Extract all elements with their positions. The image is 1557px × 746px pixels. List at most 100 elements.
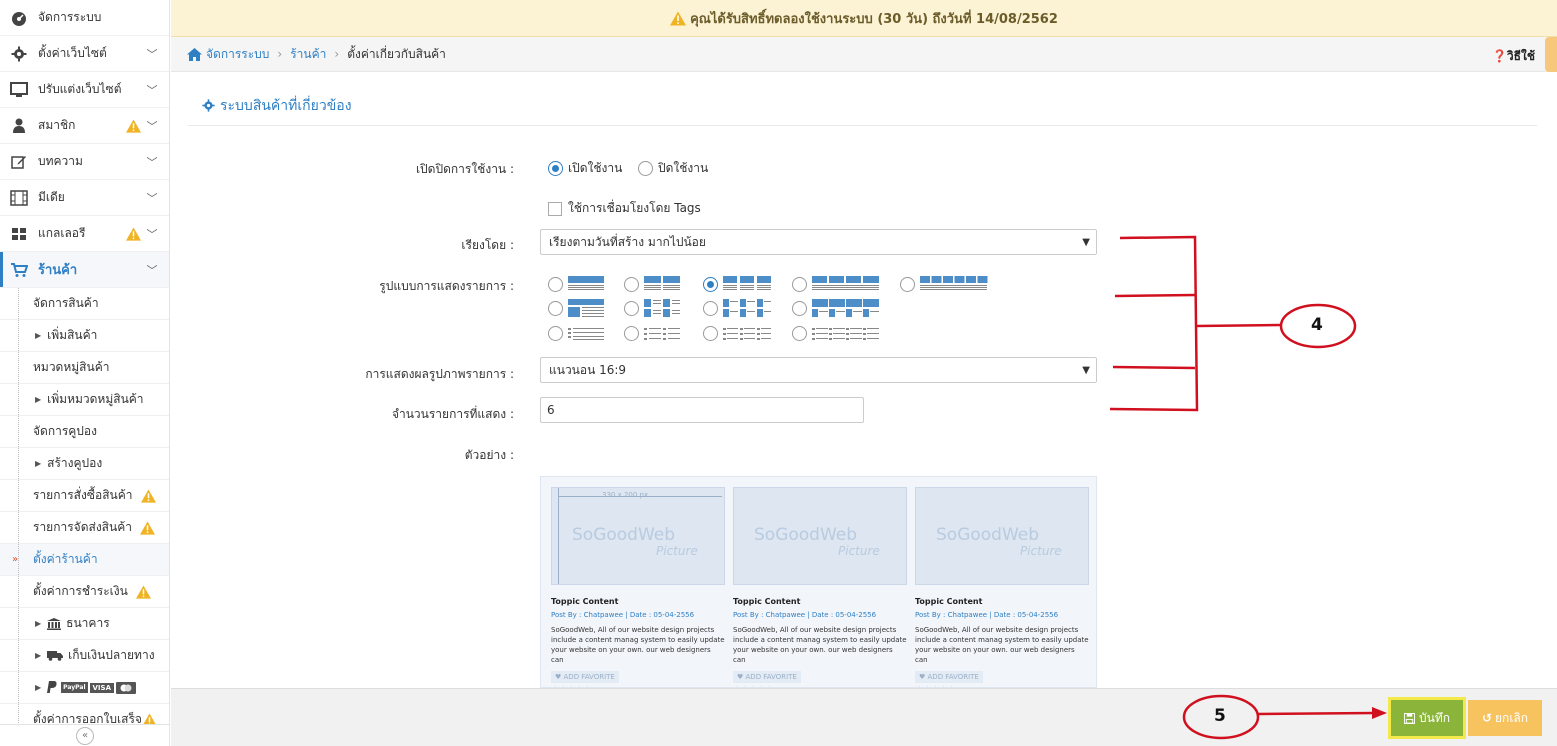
side-tab[interactable] <box>1545 37 1557 72</box>
radio-unchecked <box>792 276 807 292</box>
layout-preview: 330 x 200 px SoGoodWeb Picture Toppic Co… <box>540 476 1097 688</box>
preview-image: SoGoodWeb Picture <box>733 487 907 585</box>
sort-label: เรียงโดย : <box>461 238 514 252</box>
layout-option-grid-4x2[interactable] <box>792 299 881 317</box>
layout-option-1col-banner[interactable] <box>548 276 605 292</box>
dashboard-icon <box>10 9 28 27</box>
chevron-down-icon: ﹀ <box>146 83 158 97</box>
dimension-label: 330 x 200 px <box>602 491 649 499</box>
image-select[interactable]: แนวนอน 16:9 ▼ <box>540 357 1097 383</box>
warning-icon <box>139 520 155 535</box>
sidebar-subitem-payment-settings[interactable]: ตั้งค่าการชำระเงิน <box>0 576 169 608</box>
image-select-value: แนวนอน 16:9 <box>549 362 627 377</box>
layout-option-4col[interactable] <box>792 276 881 292</box>
card-title: Toppic Content <box>551 597 619 606</box>
layout-option-text-list-4[interactable] <box>792 326 881 341</box>
card-title: Toppic Content <box>733 597 801 606</box>
edit-icon <box>10 153 28 171</box>
layout-option-2col[interactable] <box>624 276 681 292</box>
radio-unchecked <box>703 326 718 341</box>
radio-unchecked <box>792 300 807 316</box>
annotation-number-4: 4 <box>1311 315 1323 335</box>
layout-option-text-list-2[interactable] <box>624 326 681 341</box>
sidebar-subitem-cod[interactable]: ▶ เก็บเงินปลายทาง <box>0 640 169 672</box>
help-label: วิธีใช้ <box>1506 49 1535 63</box>
sidebar-item-site-settings[interactable]: ตั้งค่าเว็บไซต์ ﹀ <box>0 36 169 72</box>
layout-option-list-thumb[interactable] <box>548 299 605 317</box>
sidebar-item-label: ปรับแต่งเว็บไซต์ <box>38 82 122 96</box>
sidebar-subitem-shipping[interactable]: รายการจัดส่งสินค้า <box>0 512 169 544</box>
sidebar-subitem-payment-gateways[interactable]: ▶ PayPal VISA <box>0 672 169 704</box>
subitem-label: เพิ่มหมวดหมู่สินค้า <box>47 392 144 406</box>
layout-option-6col[interactable] <box>900 276 989 292</box>
radio-label: เปิดใช้งาน <box>568 161 623 175</box>
count-input[interactable]: 6 <box>540 397 864 423</box>
sidebar-item-members[interactable]: สมาชิก ﹀ <box>0 108 169 144</box>
radio-unchecked <box>703 300 718 316</box>
radio-unchecked <box>624 326 639 341</box>
layout-option-text-list[interactable] <box>548 326 605 341</box>
layout-6-icon <box>920 276 988 290</box>
layout-grid-2x2-icon <box>644 299 680 317</box>
sidebar-subitem-create-coupon[interactable]: ▶ สร้างคูปอง <box>0 448 169 480</box>
layout-option-3col[interactable] <box>703 276 772 292</box>
sidebar-item-label: มีเดีย <box>38 190 65 204</box>
sidebar-subitem-manage-products[interactable]: จัดการสินค้า <box>0 288 169 320</box>
question-circle-icon: ❓ <box>1491 49 1507 63</box>
count-label: จำนวนรายการที่แสดง : <box>391 407 514 421</box>
sidebar-subitem-coupons[interactable]: จัดการคูปอง <box>0 416 169 448</box>
monitor-icon <box>10 81 28 99</box>
caret-right-icon: ▶ <box>35 619 42 628</box>
enable-on-radio[interactable]: เปิดใช้งาน <box>548 159 622 178</box>
enable-off-radio[interactable]: ปิดใช้งาน <box>638 159 708 178</box>
subitem-label: หมวดหมู่สินค้า <box>33 360 110 374</box>
warning-icon <box>126 118 141 133</box>
help-link[interactable]: ❓วิธีใช้ <box>1492 47 1535 66</box>
sidebar-subitem-bank[interactable]: ▶ ธนาคาร <box>0 608 169 640</box>
sidebar-subitem-add-category[interactable]: ▶ เพิ่มหมวดหมู่สินค้า <box>0 384 169 416</box>
cancel-label: ยกเลิก <box>1495 710 1529 725</box>
save-button[interactable]: บันทึก <box>1388 697 1466 739</box>
caret-down-icon: ▼ <box>1082 364 1090 376</box>
undo-icon: ↺ <box>1481 711 1493 725</box>
warning-icon <box>126 226 141 241</box>
sidebar-item-dashboard[interactable]: จัดการระบบ <box>0 0 169 36</box>
preview-image: SoGoodWeb Picture <box>915 487 1089 585</box>
subitem-label: รายการสั่งซื้อสินค้า <box>33 488 133 502</box>
visa-badge: VISA <box>89 682 114 693</box>
radio-unchecked <box>624 276 639 292</box>
sidebar-item-shop[interactable]: ร้านค้า ﹀ <box>0 252 169 288</box>
sidebar-item-customize[interactable]: ปรับแต่งเว็บไซต์ ﹀ <box>0 72 169 108</box>
radio-unchecked <box>792 326 807 341</box>
tags-checkbox[interactable]: ใช้การเชื่อมโยงโดย Tags <box>548 199 701 218</box>
caret-right-icon: ▶ <box>35 683 42 692</box>
cancel-button[interactable]: ↺ ยกเลิก <box>1468 700 1542 736</box>
breadcrumb-shop-link[interactable]: ร้านค้า <box>290 45 326 64</box>
sidebar-item-gallery[interactable]: แกลเลอรี ﹀ <box>0 216 169 252</box>
sidebar-item-media[interactable]: มีเดีย ﹀ <box>0 180 169 216</box>
breadcrumb-home-link[interactable]: จัดการระบบ <box>206 45 269 64</box>
sort-select[interactable]: เรียงตามวันที่สร้าง มากไปน้อย ▼ <box>540 229 1097 255</box>
sidebar-subitem-add-product[interactable]: ▶ เพิ่มสินค้า <box>0 320 169 352</box>
radio-unchecked <box>624 300 639 316</box>
layout-4-icon <box>812 276 879 290</box>
layout-grid-4x2-icon <box>812 299 879 317</box>
sidebar-subitem-orders[interactable]: รายการสั่งซื้อสินค้า <box>0 480 169 512</box>
subitem-label: จัดการคูปอง <box>33 424 97 438</box>
layout-option-grid-3x2[interactable] <box>703 299 772 317</box>
radio-unchecked <box>900 276 915 292</box>
subitem-label: ตั้งค่าการชำระเงิน <box>33 584 128 598</box>
card-title: Toppic Content <box>915 597 983 606</box>
heart-icon: ♥ <box>919 673 926 681</box>
sidebar: จัดการระบบ ตั้งค่าเว็บไซต์ ﹀ ปรับแต่งเว็… <box>0 0 170 746</box>
layout-option-grid-2x2[interactable] <box>624 299 681 317</box>
collapse-sidebar-button[interactable]: « <box>76 726 94 745</box>
sidebar-item-articles[interactable]: บทความ ﹀ <box>0 144 169 180</box>
heart-icon: ♥ <box>737 673 744 681</box>
layout-option-text-list-3[interactable] <box>703 326 772 341</box>
sidebar-subitem-shop-settings[interactable]: » ตั้งค่าร้านค้า <box>0 544 169 576</box>
sidebar-subitem-categories[interactable]: หมวดหมู่สินค้า <box>0 352 169 384</box>
cart-icon <box>10 261 28 279</box>
watermark: SoGoodWeb <box>754 525 858 545</box>
paypal-badge: PayPal <box>61 682 88 693</box>
